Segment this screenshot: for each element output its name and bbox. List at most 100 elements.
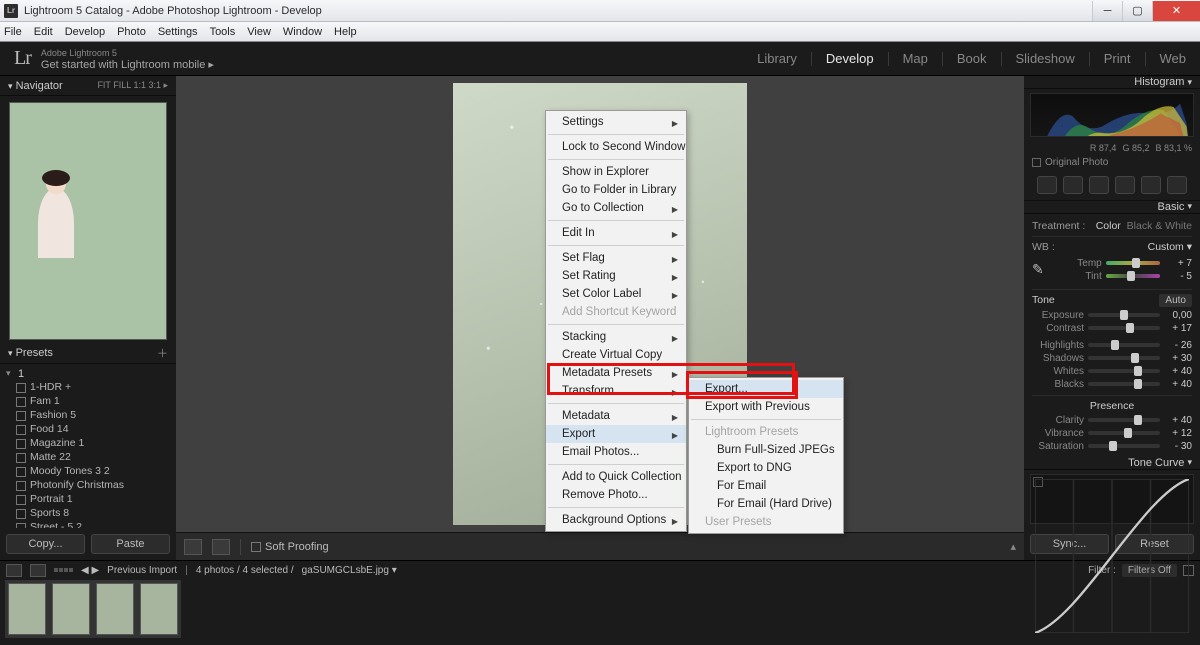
menu-view[interactable]: View	[247, 26, 271, 38]
paste-button[interactable]: Paste	[91, 534, 170, 554]
radial-tool[interactable]	[1141, 176, 1161, 194]
module-book[interactable]: Book	[957, 51, 987, 66]
preset-folder-open[interactable]: 1	[0, 366, 176, 380]
blacks-slider[interactable]	[1088, 382, 1160, 386]
thumbnail[interactable]	[8, 583, 46, 635]
menu-item[interactable]: Export to DNG	[689, 459, 843, 477]
module-develop[interactable]: Develop	[826, 51, 874, 66]
module-library[interactable]: Library	[757, 51, 797, 66]
menu-item[interactable]: Set Color Label	[546, 285, 686, 303]
preset-item[interactable]: Street - 5 2	[0, 520, 176, 528]
menu-develop[interactable]: Develop	[65, 26, 105, 38]
brand-tagline[interactable]: Get started with Lightroom mobile ▸	[41, 59, 214, 71]
menu-window[interactable]: Window	[283, 26, 322, 38]
preset-item[interactable]: Moody Tones 3 2	[0, 464, 176, 478]
menu-photo[interactable]: Photo	[117, 26, 146, 38]
highlights-slider[interactable]	[1088, 343, 1160, 347]
export-submenu[interactable]: Export...Export with PreviousLightroom P…	[688, 377, 844, 534]
auto-tone-button[interactable]: Auto	[1159, 294, 1192, 307]
before-after-button[interactable]	[212, 539, 230, 555]
menu-item[interactable]: Export	[546, 425, 686, 443]
minimize-button[interactable]: ─	[1092, 1, 1122, 21]
menu-item[interactable]: Export...	[689, 380, 843, 398]
menu-item[interactable]: Go to Folder in Library	[546, 181, 686, 199]
menu-tools[interactable]: Tools	[210, 26, 236, 38]
module-slideshow[interactable]: Slideshow	[1016, 51, 1075, 66]
treatment-bw[interactable]: Black & White	[1127, 220, 1192, 232]
spot-tool[interactable]	[1063, 176, 1083, 194]
presets-header[interactable]: ▾ Presets ＋	[0, 344, 176, 364]
tint-slider[interactable]	[1106, 274, 1160, 278]
histogram-graph[interactable]	[1030, 93, 1194, 137]
navigator-header[interactable]: ▾ Navigator FIT FILL 1:1 3:1 ▸	[0, 76, 176, 96]
vibrance-slider[interactable]	[1088, 431, 1160, 435]
preset-item[interactable]: 1-HDR +	[0, 380, 176, 394]
menu-item[interactable]: Email Photos...	[546, 443, 686, 461]
menu-item[interactable]: Metadata Presets	[546, 364, 686, 382]
menu-item[interactable]: For Email (Hard Drive)	[689, 495, 843, 513]
menu-item[interactable]: Metadata	[546, 407, 686, 425]
module-print[interactable]: Print	[1104, 51, 1131, 66]
graduated-tool[interactable]	[1115, 176, 1135, 194]
menu-item[interactable]: Background Options	[546, 511, 686, 529]
menu-item[interactable]: Set Flag	[546, 249, 686, 267]
tonecurve-header[interactable]: Tone Curve ▾	[1024, 457, 1200, 470]
menu-edit[interactable]: Edit	[34, 26, 53, 38]
thumbnail[interactable]	[140, 583, 178, 635]
menu-item[interactable]: Transform	[546, 382, 686, 400]
menu-help[interactable]: Help	[334, 26, 357, 38]
toolbar-expand-icon[interactable]: ▴	[1010, 540, 1016, 553]
grid-icon[interactable]	[54, 568, 73, 572]
monitor-2-button[interactable]	[30, 564, 46, 577]
menu-item[interactable]: For Email	[689, 477, 843, 495]
shadows-slider[interactable]	[1088, 356, 1160, 360]
menu-item[interactable]: Edit In	[546, 224, 686, 242]
preset-item[interactable]: Fam 1	[0, 394, 176, 408]
menu-item[interactable]: Lock to Second Window	[546, 138, 686, 156]
exposure-slider[interactable]	[1088, 313, 1160, 317]
menu-item[interactable]: Burn Full-Sized JPEGs	[689, 441, 843, 459]
menu-item[interactable]: Set Rating	[546, 267, 686, 285]
menu-item[interactable]: Show in Explorer	[546, 163, 686, 181]
filmstrip-thumbs[interactable]	[0, 579, 1200, 639]
navigator-zoom-modes[interactable]: FIT FILL 1:1 3:1 ▸	[97, 80, 168, 91]
histogram-header[interactable]: Histogram ▾	[1024, 76, 1200, 89]
loupe-view-button[interactable]	[184, 539, 202, 555]
module-web[interactable]: Web	[1160, 51, 1187, 66]
copy-button[interactable]: Copy...	[6, 534, 85, 554]
menu-item[interactable]: Remove Photo...	[546, 486, 686, 504]
menu-item[interactable]: Settings	[546, 113, 686, 131]
context-menu[interactable]: Settings Lock to Second Window Show in Exp…	[545, 110, 687, 532]
preset-item[interactable]: Photonify Christmas	[0, 478, 176, 492]
filename-label[interactable]: gaSUMGCLsbE.jpg ▾	[302, 565, 397, 576]
temp-slider[interactable]	[1106, 261, 1160, 265]
navigator-preview[interactable]	[9, 102, 167, 340]
wb-picker-icon[interactable]: ✎	[1032, 261, 1044, 278]
module-map[interactable]: Map	[903, 51, 928, 66]
maximize-button[interactable]: ▢	[1122, 1, 1152, 21]
soft-proofing-checkbox[interactable]	[251, 542, 261, 552]
menu-item[interactable]: Create Virtual Copy	[546, 346, 686, 364]
tonecurve-graph[interactable]	[1030, 474, 1194, 524]
monitor-1-button[interactable]	[6, 564, 22, 577]
menu-item[interactable]: Export with Previous	[689, 398, 843, 416]
preset-item[interactable]: Magazine 1	[0, 436, 176, 450]
preset-item[interactable]: Food 14	[0, 422, 176, 436]
menu-item[interactable]: Go to Collection	[546, 199, 686, 217]
thumbnail[interactable]	[96, 583, 134, 635]
clarity-slider[interactable]	[1088, 418, 1160, 422]
brush-tool[interactable]	[1167, 176, 1187, 194]
saturation-slider[interactable]	[1088, 444, 1160, 448]
treatment-color[interactable]: Color	[1096, 220, 1121, 232]
basic-header[interactable]: Basic ▾	[1024, 201, 1200, 214]
whites-slider[interactable]	[1088, 369, 1160, 373]
contrast-slider[interactable]	[1088, 326, 1160, 330]
preset-item[interactable]: Sports 8	[0, 506, 176, 520]
preset-item[interactable]: Portrait 1	[0, 492, 176, 506]
preset-item[interactable]: Fashion 5	[0, 408, 176, 422]
preset-item[interactable]: Matte 22	[0, 450, 176, 464]
original-photo-checkbox[interactable]	[1032, 158, 1041, 167]
menu-item[interactable]: Add to Quick Collection	[546, 468, 686, 486]
presets-list[interactable]: 11-HDR +Fam 1Fashion 5Food 14Magazine 1M…	[0, 364, 176, 528]
close-button[interactable]: ✕	[1152, 1, 1200, 21]
